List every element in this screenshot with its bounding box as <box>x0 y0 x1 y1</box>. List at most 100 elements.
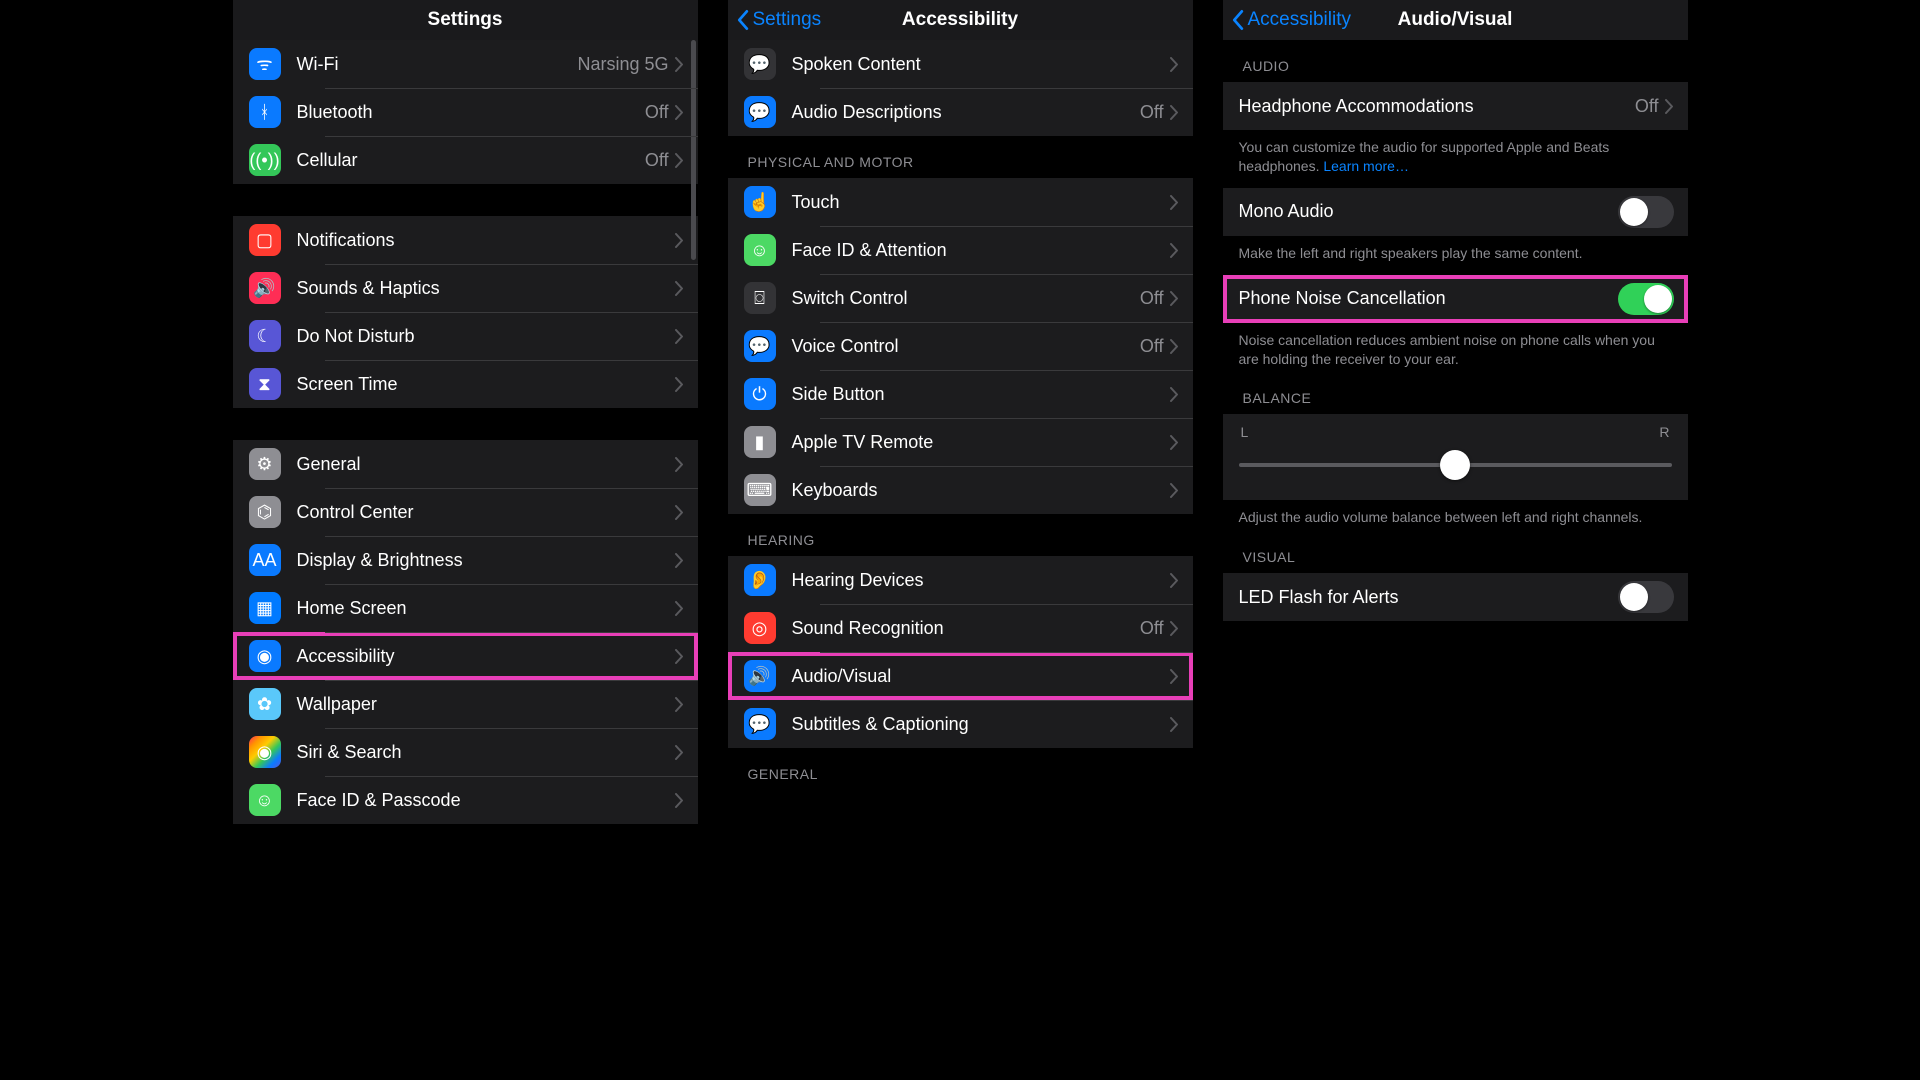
mono-footer: Make the left and right speakers play th… <box>1223 236 1688 275</box>
av-icon: 🔊 <box>744 660 776 692</box>
audiovisual-pane: Accessibility Audio/Visual AUDIO Headpho… <box>1223 0 1688 1080</box>
phone-noise-cancellation-row[interactable]: Phone Noise Cancellation <box>1223 275 1688 323</box>
row-label: Sound Recognition <box>792 618 1140 639</box>
row-label: Keyboards <box>792 480 1170 501</box>
chevron-right-icon <box>1170 669 1179 684</box>
settings-row-audio-descriptions[interactable]: 💬Audio DescriptionsOff <box>728 88 1193 136</box>
chevron-right-icon <box>1170 621 1179 636</box>
settings-pane: Settings ᯤWi-FiNarsing 5GᚼBluetoothOff((… <box>233 0 698 1080</box>
chevron-right-icon <box>675 281 684 296</box>
settings-row-screen-time[interactable]: ⧗Screen Time <box>233 360 698 408</box>
settings-row-touch[interactable]: ☝Touch <box>728 178 1193 226</box>
chevron-right-icon <box>1170 291 1179 306</box>
back-label: Accessibility <box>1248 9 1351 31</box>
settings-row-wi-fi[interactable]: ᯤ Wi-FiNarsing 5G <box>233 40 698 88</box>
settings-row-sounds-haptics[interactable]: 🔊Sounds & Haptics <box>233 264 698 312</box>
mono-audio-row[interactable]: Mono Audio <box>1223 188 1688 236</box>
chevron-right-icon <box>675 601 684 616</box>
settings-row-sound-recognition[interactable]: ◎Sound RecognitionOff <box>728 604 1193 652</box>
page-title: Audio/Visual <box>1398 9 1513 31</box>
access-icon: ◉ <box>249 640 281 672</box>
section-header: GENERAL <box>728 748 1193 790</box>
learn-more-link[interactable]: Learn more… <box>1323 158 1409 174</box>
settings-row-switch-control[interactable]: ⌼Switch ControlOff <box>728 274 1193 322</box>
grid-icon: ▦ <box>249 592 281 624</box>
settings-row-subtitles-captioning[interactable]: 💬Subtitles & Captioning <box>728 700 1193 748</box>
accessibility-header: Settings Accessibility <box>728 0 1193 40</box>
slider-thumb[interactable] <box>1440 450 1470 480</box>
row-label: Siri & Search <box>297 742 675 763</box>
settings-row-notifications[interactable]: ▢Notifications <box>233 216 698 264</box>
row-label: Spoken Content <box>792 54 1170 75</box>
chevron-right-icon <box>1170 573 1179 588</box>
section-header-audio: AUDIO <box>1223 40 1688 82</box>
bt-icon: ᚼ <box>249 96 281 128</box>
row-value: Narsing 5G <box>577 54 668 75</box>
settings-row-voice-control[interactable]: 💬Voice ControlOff <box>728 322 1193 370</box>
settings-row-keyboards[interactable]: ⌨Keyboards <box>728 466 1193 514</box>
section-header-balance: BALANCE <box>1223 380 1688 414</box>
settings-row-face-id-passcode[interactable]: ☺ Face ID & Passcode <box>233 776 698 824</box>
chevron-right-icon <box>675 793 684 808</box>
row-label: Wallpaper <box>297 694 675 715</box>
row-label: Home Screen <box>297 598 675 619</box>
settings-row-cellular[interactable]: ((•))CellularOff <box>233 136 698 184</box>
section-header: PHYSICAL AND MOTOR <box>728 136 1193 178</box>
back-button[interactable]: Accessibility <box>1231 9 1351 31</box>
settings-row-siri-search[interactable]: ◉Siri & Search <box>233 728 698 776</box>
balance-footer: Adjust the audio volume balance between … <box>1223 500 1688 539</box>
settings-row-general[interactable]: ⚙General <box>233 440 698 488</box>
settings-row-bluetooth[interactable]: ᚼBluetoothOff <box>233 88 698 136</box>
wifi-icon: ᯤ <box>249 48 281 80</box>
hourglass-icon: ⧗ <box>249 368 281 400</box>
face-icon: ☺ <box>249 784 281 816</box>
balance-slider[interactable] <box>1239 450 1672 480</box>
settings-row-display-brightness[interactable]: AADisplay & Brightness <box>233 536 698 584</box>
headphone-accommodations-row[interactable]: Headphone Accommodations Off <box>1223 82 1688 130</box>
settings-row-spoken-content[interactable]: 💬Spoken Content <box>728 40 1193 88</box>
led-flash-row[interactable]: LED Flash for Alerts <box>1223 573 1688 621</box>
back-label: Settings <box>753 9 822 31</box>
row-value: Off <box>1140 336 1164 357</box>
row-label: Sounds & Haptics <box>297 278 675 299</box>
row-label: Accessibility <box>297 646 675 667</box>
antenna-icon: ((•)) <box>249 144 281 176</box>
ear-icon: 👂 <box>744 564 776 596</box>
settings-row-audio-visual[interactable]: 🔊Audio/Visual <box>728 652 1193 700</box>
row-label: Touch <box>792 192 1170 213</box>
back-button[interactable]: Settings <box>736 9 822 31</box>
chevron-right-icon <box>1170 57 1179 72</box>
balance-right-label: R <box>1659 424 1669 440</box>
row-value: Off <box>645 102 669 123</box>
moon-icon: ☾ <box>249 320 281 352</box>
chevron-left-icon <box>736 9 749 31</box>
row-label: Wi-Fi <box>297 54 578 75</box>
switch-icon: ⌼ <box>744 282 776 314</box>
row-label: Audio Descriptions <box>792 102 1140 123</box>
chevron-right-icon <box>675 153 684 168</box>
balance-left-label: L <box>1241 424 1249 440</box>
remote-icon: ▮ <box>744 426 776 458</box>
page-title: Settings <box>428 9 503 31</box>
mono-audio-toggle[interactable] <box>1618 196 1674 228</box>
row-label: Mono Audio <box>1239 201 1618 222</box>
settings-row-apple-tv-remote[interactable]: ▮ Apple TV Remote <box>728 418 1193 466</box>
settings-row-control-center[interactable]: ⌬Control Center <box>233 488 698 536</box>
settings-row-do-not-disturb[interactable]: ☾Do Not Disturb <box>233 312 698 360</box>
phone-noise-cancellation-toggle[interactable] <box>1618 283 1674 315</box>
row-label: Subtitles & Captioning <box>792 714 1170 735</box>
chevron-right-icon <box>675 329 684 344</box>
row-label: Face ID & Passcode <box>297 790 675 811</box>
chevron-right-icon <box>675 377 684 392</box>
chevron-right-icon <box>1170 483 1179 498</box>
row-value: Off <box>645 150 669 171</box>
settings-row-home-screen[interactable]: ▦ Home Screen <box>233 584 698 632</box>
led-flash-toggle[interactable] <box>1618 581 1674 613</box>
settings-row-face-id-attention[interactable]: ☺Face ID & Attention <box>728 226 1193 274</box>
settings-row-wallpaper[interactable]: ✿Wallpaper <box>233 680 698 728</box>
row-label: Apple TV Remote <box>792 432 1170 453</box>
settings-row-accessibility[interactable]: ◉ Accessibility <box>233 632 698 680</box>
settings-row-hearing-devices[interactable]: 👂Hearing Devices <box>728 556 1193 604</box>
row-label: Headphone Accommodations <box>1239 96 1635 117</box>
settings-row-side-button[interactable]: ⏻Side Button <box>728 370 1193 418</box>
